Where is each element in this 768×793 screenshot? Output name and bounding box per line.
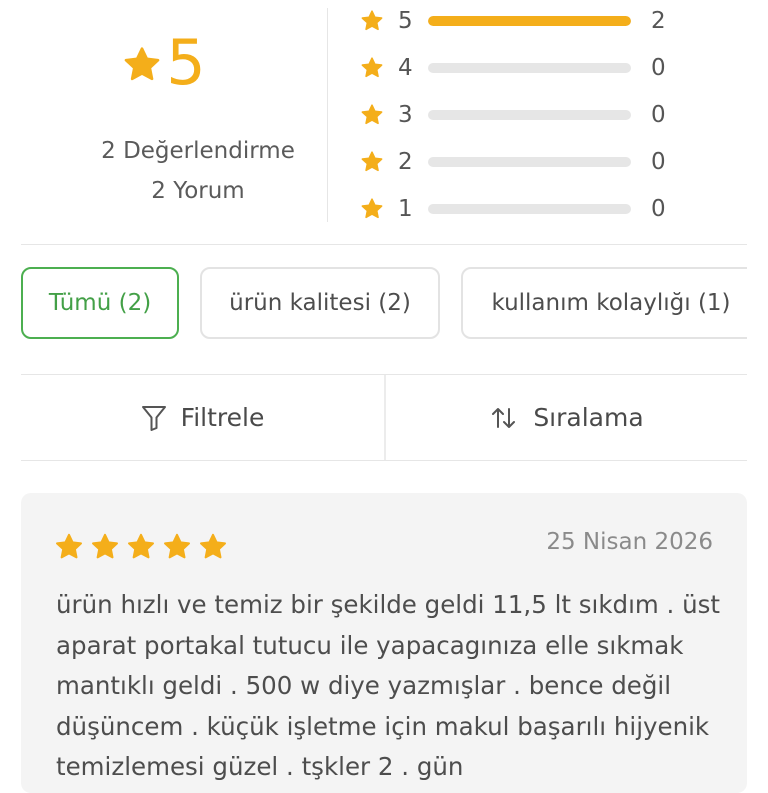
distribution-count: 0 bbox=[651, 102, 666, 128]
tag-ease-of-use[interactable]: kullanım kolaylığı (1) bbox=[461, 267, 747, 339]
review-count: 2 Yorum bbox=[151, 178, 245, 204]
distribution-count: 0 bbox=[651, 149, 666, 175]
average-rating-block: 5 2 Değerlendirme 2 Yorum bbox=[0, 0, 328, 245]
distribution-row-5[interactable]: 5 2 bbox=[360, 6, 680, 36]
review-text: ürün hızlı ve temiz bir şekilde geldi 11… bbox=[56, 590, 721, 781]
distribution-bar bbox=[428, 16, 631, 26]
distribution-bar bbox=[428, 204, 631, 214]
star-icon bbox=[361, 104, 383, 125]
sort-arrows-icon bbox=[492, 407, 516, 428]
distribution-star-label: 4 bbox=[398, 55, 413, 81]
rating-summary: 5 2 Değerlendirme 2 Yorum 5 2 4 0 3 0 2 bbox=[0, 0, 768, 245]
section-divider bbox=[21, 244, 747, 245]
distribution-bar bbox=[428, 110, 631, 120]
review-card: 25 Nisan 2026 ürün hızlı ve temiz bir şe… bbox=[21, 493, 747, 793]
distribution-row-4[interactable]: 4 0 bbox=[360, 53, 680, 83]
star-icon bbox=[128, 533, 154, 559]
star-icon bbox=[164, 533, 190, 559]
distribution-count: 0 bbox=[651, 55, 666, 81]
distribution-star-label: 3 bbox=[398, 102, 413, 128]
star-icon bbox=[200, 533, 226, 559]
section-divider bbox=[21, 460, 747, 461]
distribution-bar-fill bbox=[428, 16, 631, 26]
rating-count: 2 Değerlendirme bbox=[101, 138, 295, 164]
distribution-row-1[interactable]: 1 0 bbox=[360, 194, 680, 224]
review-date: 25 Nisan 2026 bbox=[546, 529, 713, 555]
star-icon bbox=[124, 47, 160, 81]
funnel-icon bbox=[141, 405, 166, 431]
star-icon bbox=[92, 533, 118, 559]
distribution-bar bbox=[428, 63, 631, 73]
distribution-star-label: 5 bbox=[398, 8, 413, 34]
distribution-star-label: 1 bbox=[398, 196, 413, 222]
distribution-star-label: 2 bbox=[398, 149, 413, 175]
sort-label: Sıralama bbox=[533, 403, 644, 432]
star-icon bbox=[56, 533, 82, 559]
average-rating-value: 5 bbox=[166, 26, 206, 99]
filter-button[interactable]: Filtrele bbox=[21, 375, 384, 460]
average-rating: 5 bbox=[0, 28, 328, 98]
distribution-row-2[interactable]: 2 0 bbox=[360, 147, 680, 177]
filter-sort-bar: Filtrele Sıralama bbox=[21, 375, 747, 460]
star-icon bbox=[361, 198, 383, 219]
filter-label: Filtrele bbox=[180, 403, 265, 432]
sort-button[interactable]: Sıralama bbox=[386, 375, 747, 460]
tag-product-quality[interactable]: ürün kalitesi (2) bbox=[200, 267, 440, 339]
star-icon bbox=[361, 10, 383, 31]
tag-all[interactable]: Tümü (2) bbox=[21, 267, 179, 339]
distribution-count: 2 bbox=[651, 8, 666, 34]
review-tag-filters: Tümü (2) ürün kalitesi (2) kullanım kola… bbox=[21, 267, 747, 343]
distribution-row-3[interactable]: 3 0 bbox=[360, 100, 680, 130]
distribution-bar bbox=[428, 157, 631, 167]
star-icon bbox=[361, 57, 383, 78]
summary-divider bbox=[327, 8, 328, 222]
review-star-rating bbox=[54, 532, 234, 562]
star-icon bbox=[361, 151, 383, 172]
distribution-count: 0 bbox=[651, 196, 666, 222]
